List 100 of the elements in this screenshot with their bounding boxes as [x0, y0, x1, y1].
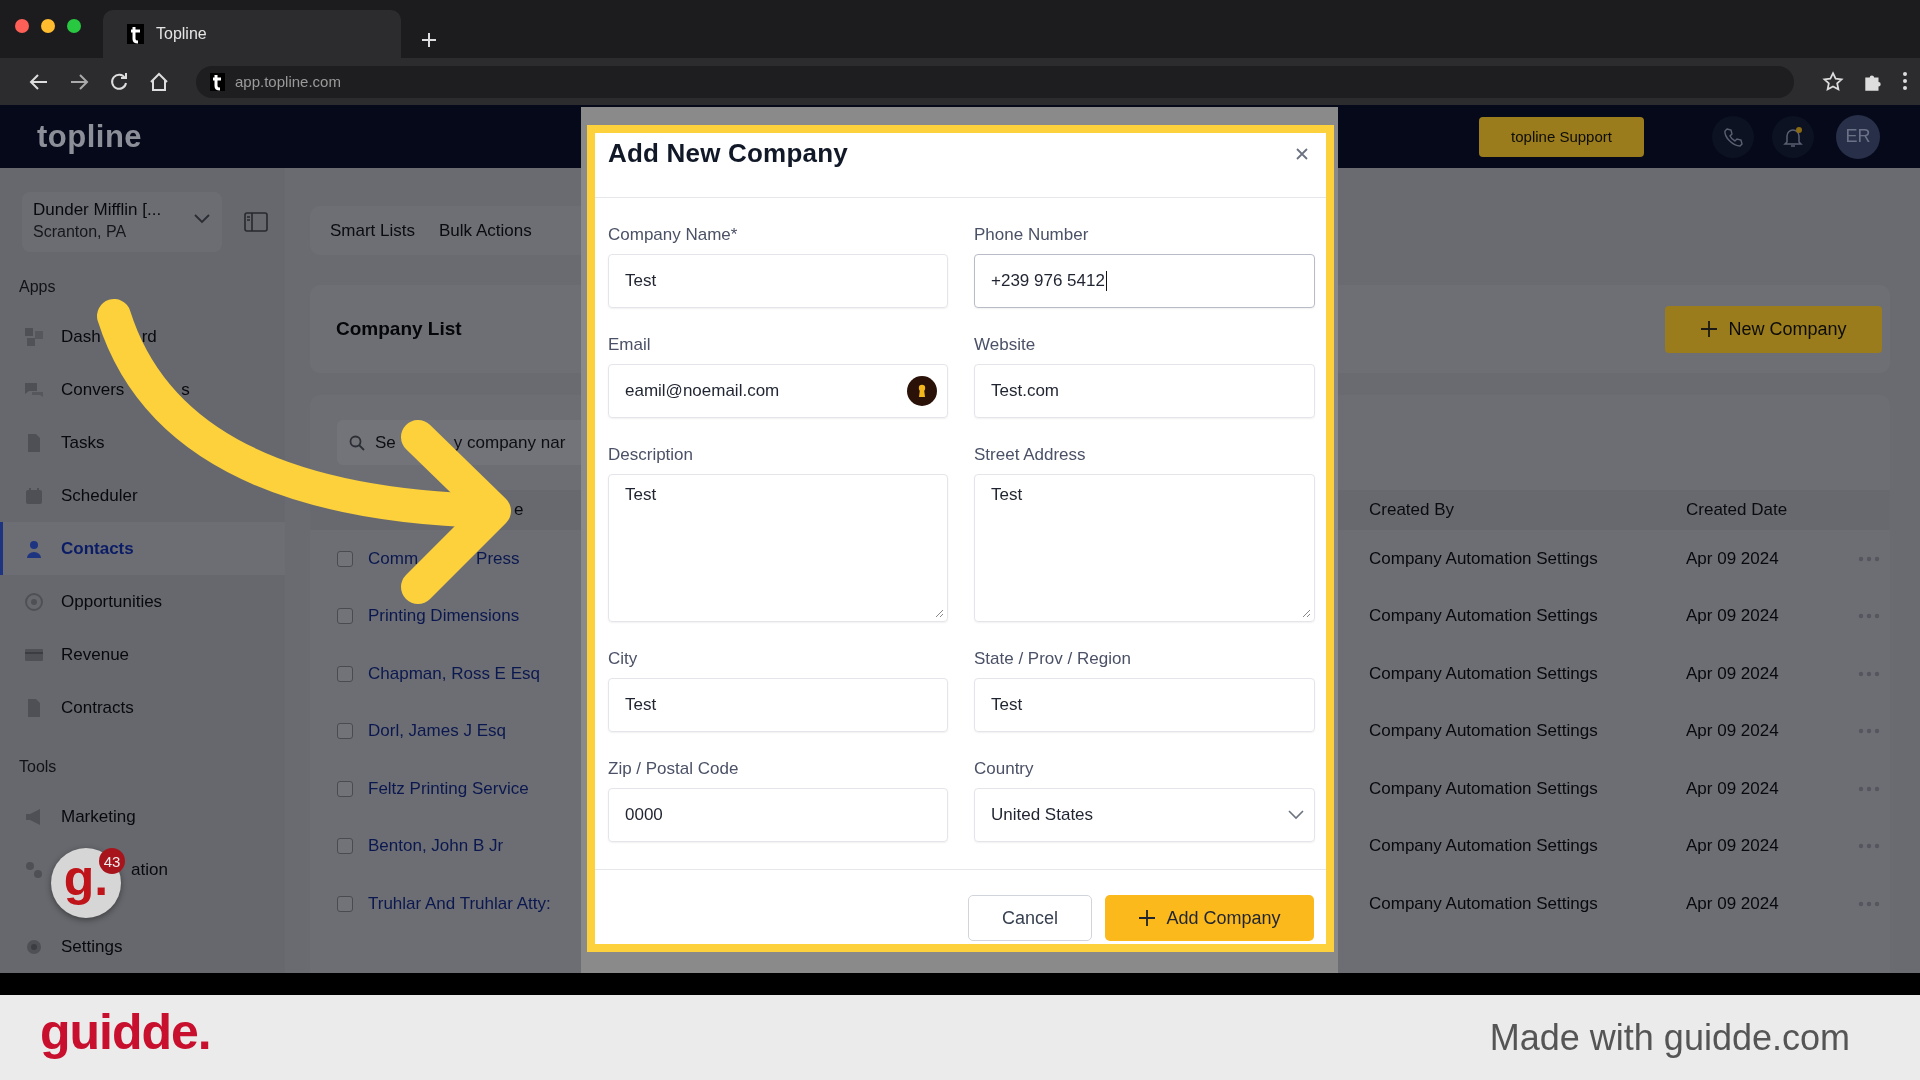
sidebar-item[interactable]: Dash	[61, 326, 101, 347]
text-field[interactable]: +239 976 5412	[974, 254, 1315, 308]
field-label: Email	[608, 335, 652, 355]
table-cell-text: Apr 09 2024	[1686, 606, 1780, 627]
user-avatar[interactable]: ER	[1836, 114, 1880, 159]
text-field[interactable]: Test	[608, 254, 948, 308]
text-field[interactable]: eamil@noemail.com	[608, 364, 948, 418]
phone-icon	[1723, 126, 1743, 147]
t-logo-icon	[127, 24, 144, 44]
more-icon[interactable]	[1858, 843, 1880, 850]
browser-tab[interactable]: Topline	[103, 10, 401, 58]
table-cell-text: Company Automation Settings	[1369, 778, 1599, 799]
tab[interactable]: Smart Lists	[330, 220, 416, 241]
dashboard-icon	[24, 326, 44, 347]
field-label: Website	[974, 335, 1037, 355]
sidebar-item[interactable]: Contacts	[61, 538, 134, 559]
company-link[interactable]: Feltz Printing Service	[368, 778, 529, 798]
keyhole-icon[interactable]	[907, 376, 937, 406]
company-link[interactable]: Press	[476, 548, 520, 568]
star-icon[interactable]	[1822, 70, 1844, 93]
address-bar[interactable]: app.topline.com	[196, 65, 1794, 98]
window-control[interactable]	[67, 19, 81, 33]
notifications-button[interactable]	[1772, 115, 1814, 158]
person-icon	[24, 538, 44, 559]
workspace-location: Scranton, PA	[33, 223, 127, 241]
row-checkbox[interactable]	[337, 895, 353, 912]
workspace-selector[interactable]: Dunder Mifflin [... Scranton, PA	[22, 192, 222, 252]
phone-button[interactable]	[1712, 115, 1754, 158]
tab-title: Topline	[156, 25, 207, 43]
window-control[interactable]	[41, 19, 55, 33]
reload-icon[interactable]	[108, 70, 130, 93]
field-label: Country	[974, 759, 1035, 779]
row-checkbox[interactable]	[337, 780, 353, 797]
company-link[interactable]: Benton, John B Jr	[368, 836, 504, 856]
support-button[interactable]: topline Support	[1479, 116, 1644, 157]
footer-tagline: Made with guidde.com	[1489, 1016, 1850, 1059]
sidebar-item[interactable]: rd	[141, 326, 157, 347]
row-checkbox[interactable]	[337, 608, 353, 625]
tab[interactable]: Bulk Actions	[439, 220, 532, 241]
window-control[interactable]	[15, 19, 29, 33]
guidde-logo: guidde.	[40, 1002, 211, 1061]
column-header: Created By	[1369, 500, 1456, 520]
t-logo-icon	[210, 72, 225, 91]
company-link[interactable]: Dorl, James J Esq	[368, 721, 506, 741]
more-icon[interactable]	[1858, 900, 1880, 907]
text-field[interactable]: Test	[608, 678, 948, 732]
table-cell-text: Apr 09 2024	[1686, 721, 1780, 742]
new-company-button[interactable]: New Company	[1665, 305, 1882, 353]
company-link[interactable]: Printing Dimensions	[368, 606, 520, 626]
more-icon[interactable]	[1858, 613, 1880, 620]
text-field[interactable]: 0000	[608, 788, 948, 842]
section-label: Tools	[18, 757, 58, 777]
sidebar-item[interactable]: Contracts	[61, 697, 134, 718]
more-icon[interactable]	[1858, 555, 1880, 562]
table-cell-text: Apr 09 2024	[1686, 663, 1780, 684]
url-text: app.topline.com	[235, 73, 341, 90]
company-link[interactable]: Comm	[368, 548, 419, 568]
table-cell-text: Company Automation Settings	[1369, 548, 1599, 569]
text-field[interactable]: Test.com	[974, 364, 1315, 418]
resize-grip-icon	[1301, 608, 1311, 618]
row-checkbox[interactable]	[337, 550, 353, 567]
sidebar-item[interactable]: Convers	[61, 379, 125, 400]
table-cell-text: Apr 09 2024	[1686, 548, 1780, 569]
plus-icon	[1138, 909, 1157, 927]
field-label: City	[608, 649, 639, 669]
sidebar-item[interactable]: Marketing	[61, 806, 136, 827]
company-link[interactable]: Truhlar And Truhlar Atty:	[368, 893, 551, 913]
sidebar-item[interactable]: Settings	[61, 936, 123, 957]
sidebar-item[interactable]: Revenue	[61, 644, 130, 665]
row-checkbox[interactable]	[337, 665, 353, 682]
plus-icon	[1700, 320, 1719, 338]
sidebar-toggle-icon[interactable]	[244, 212, 268, 232]
field-label: State / Prov / Region	[974, 649, 1132, 669]
sidebar-item[interactable]: Scheduler	[61, 485, 138, 506]
chevron-down-icon	[194, 214, 210, 224]
text-area[interactable]: Test	[608, 474, 948, 622]
workspace-name: Dunder Mifflin [...	[33, 200, 162, 220]
sidebar-item[interactable]: s	[181, 379, 190, 400]
table-cell-text: Apr 09 2024	[1686, 893, 1780, 914]
new-tab-icon[interactable]	[421, 32, 437, 48]
sidebar-item[interactable]: Opportunities	[61, 591, 163, 612]
menu-icon[interactable]	[1902, 70, 1908, 91]
sidebar-item[interactable]: ation	[131, 859, 168, 880]
chevron-down-icon	[1288, 810, 1304, 820]
home-icon[interactable]	[148, 70, 170, 93]
app-logo: topline	[37, 118, 143, 155]
row-checkbox[interactable]	[337, 838, 353, 855]
modal-title: Add New Company	[608, 138, 848, 170]
page-title: Company List	[336, 318, 462, 340]
more-icon[interactable]	[1858, 785, 1880, 792]
more-icon[interactable]	[1858, 670, 1880, 677]
text-field[interactable]: Test	[974, 678, 1315, 732]
cancel-button[interactable]: Cancel	[968, 895, 1092, 941]
country-dropdown[interactable]: United States	[974, 788, 1315, 842]
company-link[interactable]: Chapman, Ross E Esq	[368, 663, 540, 683]
more-icon[interactable]	[1858, 728, 1880, 735]
row-checkbox[interactable]	[337, 723, 353, 740]
sidebar-item[interactable]: Tasks	[61, 432, 105, 453]
text-area[interactable]: Test	[974, 474, 1315, 622]
add-company-button[interactable]: Add Company	[1105, 895, 1314, 941]
